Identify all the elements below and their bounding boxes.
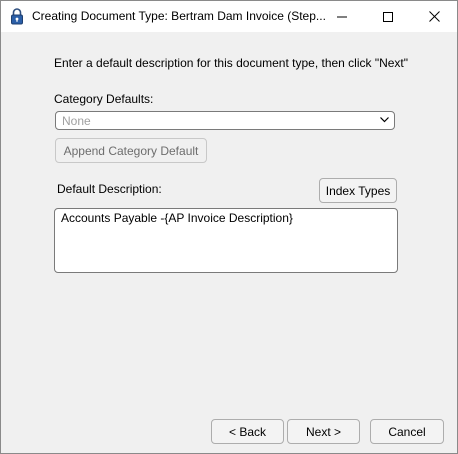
- close-icon: [428, 11, 440, 22]
- back-button[interactable]: < Back: [211, 419, 284, 444]
- window-title: Creating Document Type: Bertram Dam Invo…: [32, 9, 326, 23]
- minimize-button[interactable]: [319, 1, 365, 32]
- wizard-window: Creating Document Type: Bertram Dam Invo…: [0, 0, 458, 454]
- chevron-down-icon: [380, 117, 389, 123]
- default-description-field[interactable]: Accounts Payable -{AP Invoice Descriptio…: [54, 208, 398, 273]
- instruction-text: Enter a default description for this doc…: [54, 56, 409, 70]
- category-defaults-label: Category Defaults:: [54, 92, 154, 106]
- append-category-default-button[interactable]: Append Category Default: [55, 138, 207, 163]
- maximize-button[interactable]: [365, 1, 411, 32]
- default-description-label: Default Description:: [57, 182, 162, 196]
- title-bar[interactable]: Creating Document Type: Bertram Dam Invo…: [1, 1, 457, 32]
- close-button[interactable]: [411, 1, 457, 32]
- lock-icon: [10, 8, 24, 25]
- cancel-button[interactable]: Cancel: [370, 419, 444, 444]
- minimize-icon: [337, 16, 347, 17]
- next-button[interactable]: Next >: [287, 419, 360, 444]
- default-description-value: Accounts Payable -{AP Invoice Descriptio…: [61, 211, 293, 225]
- index-types-button[interactable]: Index Types: [319, 178, 397, 203]
- category-defaults-select[interactable]: None: [55, 111, 395, 130]
- maximize-icon: [383, 11, 393, 22]
- category-defaults-value: None: [62, 114, 91, 128]
